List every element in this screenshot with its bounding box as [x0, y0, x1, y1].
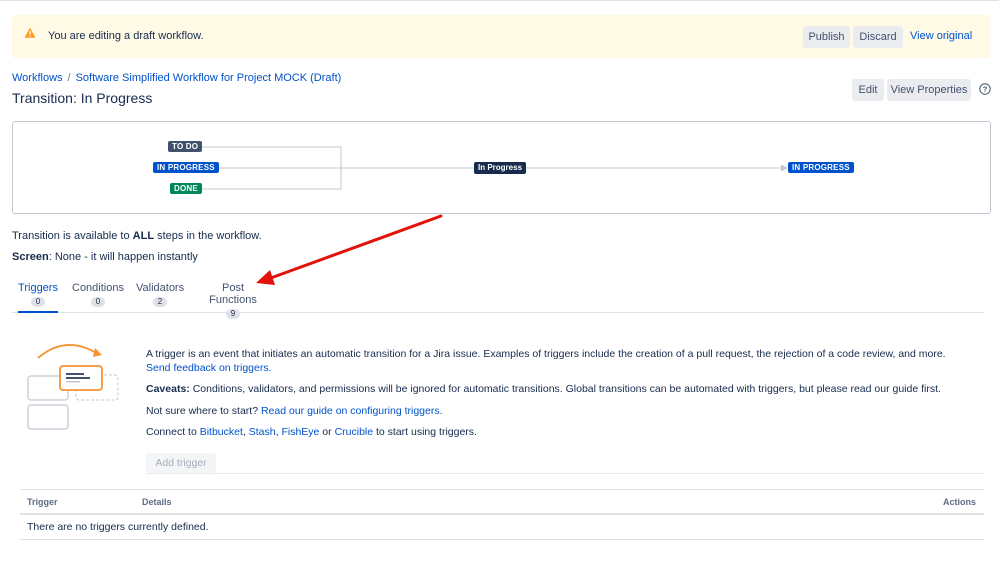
view-properties-button[interactable]: View Properties — [887, 79, 971, 101]
triggers-table: Trigger Details Actions There are no tri… — [20, 489, 984, 540]
column-actions: Actions — [942, 497, 976, 507]
screen-label: Screen — [12, 251, 49, 263]
tab-count: 9 — [226, 309, 240, 319]
help-icon[interactable]: ? — [979, 83, 991, 95]
table-header: Trigger Details Actions — [20, 489, 984, 515]
edit-button[interactable]: Edit — [852, 79, 884, 101]
tab-label: Conditions — [72, 282, 124, 294]
tab-post-functions[interactable]: Post Functions 9 — [197, 282, 269, 319]
tab-count: 0 — [91, 297, 105, 307]
breadcrumb-workflow-link[interactable]: Software Simplified Workflow for Project… — [76, 72, 342, 84]
breadcrumb: Workflows / Software Simplified Workflow f… — [12, 72, 341, 84]
status-todo-lozenge: TO DO — [168, 141, 203, 152]
guide-link[interactable]: Read our guide on configuring triggers. — [261, 405, 443, 417]
guide-prefix: Not sure where to start? — [146, 405, 261, 417]
availability-prefix: Transition is available to — [12, 230, 133, 242]
tab-label: Triggers — [18, 282, 58, 294]
availability-text: Transition is available to ALL steps in … — [12, 230, 262, 242]
triggers-intro: A trigger is an event that initiates an … — [146, 347, 961, 375]
caveats-label: Caveats: — [146, 383, 190, 395]
screen-info: Screen: None - it will happen instantly — [12, 251, 198, 263]
add-trigger-divider — [146, 473, 984, 474]
bitbucket-link[interactable]: Bitbucket — [200, 426, 243, 438]
caveats-text: Conditions, validators, and permissions … — [189, 383, 941, 395]
send-feedback-link[interactable]: Send feedback on triggers. — [146, 362, 272, 374]
breadcrumb-workflows-link[interactable]: Workflows — [12, 72, 63, 84]
transition-name-label: In Progress — [474, 162, 527, 174]
triggers-caveats: Caveats: Conditions, validators, and per… — [146, 382, 961, 396]
empty-table-message: There are no triggers currently defined. — [27, 521, 209, 533]
top-divider — [0, 0, 999, 1]
status-done-lozenge: DONE — [170, 183, 202, 194]
screen-value: : None - it will happen instantly — [48, 251, 198, 263]
availability-suffix: steps in the workflow. — [154, 230, 262, 242]
add-trigger-button[interactable]: Add trigger — [146, 453, 216, 473]
tab-triggers[interactable]: Triggers 0 — [18, 282, 58, 313]
table-row: There are no triggers currently defined. — [20, 515, 984, 540]
transition-tabs: Triggers 0 Conditions 0 Validators 2 Pos… — [12, 282, 984, 319]
publish-button[interactable]: Publish — [803, 26, 850, 48]
connect-suffix: to start using triggers. — [373, 426, 477, 438]
tab-count: 0 — [31, 297, 45, 307]
triggers-guide: Not sure where to start? Read our guide … — [146, 404, 961, 418]
triggers-illustration — [27, 344, 119, 430]
status-inprogress-lozenge: IN PROGRESS — [153, 162, 219, 173]
tab-conditions[interactable]: Conditions 0 — [72, 282, 124, 313]
availability-scope: ALL — [132, 230, 155, 242]
target-status-lozenge: IN PROGRESS — [788, 162, 854, 173]
triggers-connect: Connect to Bitbucket, Stash, FishEye or … — [146, 425, 961, 439]
svg-text:?: ? — [983, 85, 988, 94]
draft-message: You are editing a draft workflow. — [48, 30, 204, 42]
column-trigger: Trigger — [27, 497, 58, 507]
crucible-link[interactable]: Crucible — [335, 426, 374, 438]
view-original-link[interactable]: View original — [910, 30, 972, 42]
page-title: Transition: In Progress — [12, 90, 153, 106]
connect-or: or — [319, 426, 335, 438]
tab-label: Post Functions — [209, 282, 257, 306]
stash-link[interactable]: Stash — [249, 426, 276, 438]
transition-diagram: TO DO IN PROGRESS DONE In Progress IN PR… — [12, 121, 991, 214]
discard-button[interactable]: Discard — [853, 26, 903, 48]
warning-icon — [24, 27, 36, 38]
triggers-intro-text: A trigger is an event that initiates an … — [146, 348, 946, 360]
fisheye-link[interactable]: FishEye — [281, 426, 319, 438]
breadcrumb-separator: / — [67, 72, 71, 84]
column-details: Details — [142, 497, 172, 507]
draft-warning-banner: You are editing a draft workflow. Publis… — [12, 15, 990, 58]
tab-label: Validators — [136, 282, 185, 294]
tab-validators[interactable]: Validators 2 — [136, 282, 184, 313]
tab-count: 2 — [153, 297, 167, 307]
connect-prefix: Connect to — [146, 426, 200, 438]
